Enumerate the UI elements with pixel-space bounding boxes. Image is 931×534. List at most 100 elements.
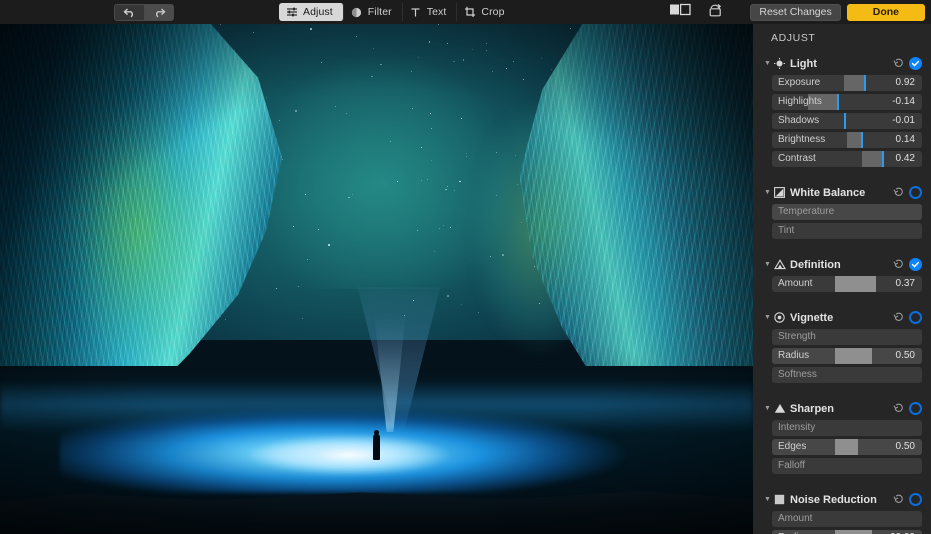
slider-contrast[interactable]: Contrast0.42 — [772, 151, 922, 167]
mode-tab-bar: Adjust Filter Text Crop — [279, 3, 515, 21]
done-button[interactable]: Done — [847, 4, 925, 21]
slider-handle[interactable] — [861, 132, 863, 148]
section-header[interactable]: ▼Sharpen — [762, 399, 922, 418]
section-enable-toggle[interactable] — [909, 402, 922, 415]
tab-adjust[interactable]: Adjust — [279, 3, 344, 21]
slider-edges[interactable]: Edges0.50 — [772, 439, 922, 455]
photo-canvas[interactable] — [0, 24, 753, 534]
section-header[interactable]: ▼ Light — [762, 54, 922, 73]
revert-arrow-icon[interactable] — [892, 312, 905, 323]
slider-shadows[interactable]: Shadows-0.01 — [772, 113, 922, 129]
slider-list: Amount0.37 — [762, 274, 922, 292]
section-header[interactable]: ▼ Definition — [762, 255, 922, 274]
noise-square-icon — [773, 493, 786, 506]
top-toolbar: Adjust Filter Text Crop — [0, 0, 931, 24]
slider-label: Amount — [778, 511, 812, 527]
revert-arrow-icon[interactable] — [892, 403, 905, 414]
undo-button[interactable] — [114, 4, 144, 21]
tab-filter[interactable]: Filter — [344, 3, 403, 21]
slider-label: Radius — [778, 530, 809, 534]
chevron-down-icon[interactable]: ▼ — [762, 405, 773, 412]
revert-arrow-icon[interactable] — [892, 259, 905, 270]
slider-intensity[interactable]: Intensity — [772, 420, 922, 436]
section-header[interactable]: ▼White Balance — [762, 183, 922, 202]
slider-amount[interactable]: Amount0.37 — [772, 276, 922, 292]
section-definition: ▼ Definition Amount0.37 — [753, 255, 931, 292]
tab-adjust-label: Adjust — [303, 6, 333, 18]
slider-temperature[interactable]: Temperature — [772, 204, 922, 220]
slider-handle[interactable] — [882, 151, 884, 167]
tab-text[interactable]: Text — [403, 3, 458, 21]
revert-arrow-icon[interactable] — [892, 58, 905, 69]
slider-radius[interactable]: Radius0.50 — [772, 348, 922, 364]
text-t-icon — [410, 6, 422, 18]
section-enable-toggle[interactable] — [909, 57, 922, 70]
tab-text-label: Text — [427, 6, 447, 18]
view-button-group — [667, 4, 728, 21]
slider-strength[interactable]: Strength — [772, 329, 922, 345]
section-enable-toggle[interactable] — [909, 186, 922, 199]
section-enable-toggle[interactable] — [909, 311, 922, 324]
section-header[interactable]: ▼Vignette — [762, 308, 922, 327]
slider-label: Exposure — [778, 75, 820, 91]
slider-list: Strength Radius0.50 Softness — [762, 327, 922, 383]
split-view-button[interactable] — [667, 4, 693, 21]
slider-falloff[interactable]: Falloff — [772, 458, 922, 474]
slider-label: Strength — [778, 329, 816, 345]
slider-fill — [862, 151, 882, 167]
slider-handle[interactable] — [837, 94, 839, 110]
section-header[interactable]: ▼Noise Reduction — [762, 490, 922, 509]
rotate-button[interactable] — [702, 4, 728, 21]
slider-fill — [835, 276, 876, 292]
sliders-icon — [286, 6, 298, 18]
slider-handle[interactable] — [844, 113, 846, 129]
section-enable-toggle[interactable] — [909, 493, 922, 506]
revert-arrow-icon[interactable] — [892, 187, 905, 198]
slider-highlights[interactable]: Highlights -0.14 — [772, 94, 922, 110]
reset-changes-button[interactable]: Reset Changes — [750, 4, 840, 21]
white-balance-icon — [773, 186, 786, 199]
section-title: Light — [790, 58, 892, 70]
section-title: Definition — [790, 259, 892, 271]
slider-label: Tint — [778, 223, 794, 239]
section-divider — [753, 295, 931, 304]
filter-circle-icon — [351, 6, 363, 18]
slider-handle[interactable] — [864, 75, 866, 91]
chevron-down-icon[interactable]: ▼ — [762, 60, 773, 67]
slider-tint[interactable]: Tint — [772, 223, 922, 239]
redo-button[interactable] — [144, 4, 174, 21]
section-divider — [753, 477, 931, 486]
tab-crop[interactable]: Crop — [457, 3, 514, 21]
chevron-down-icon[interactable]: ▼ — [762, 189, 773, 196]
tab-crop-label: Crop — [481, 6, 504, 18]
revert-arrow-icon[interactable] — [892, 494, 905, 505]
sharpen-triangle-icon — [773, 402, 786, 415]
action-button-group: Reset Changes Done — [750, 4, 925, 21]
tab-filter-label: Filter — [368, 6, 392, 18]
chevron-down-icon[interactable]: ▼ — [762, 496, 773, 503]
slider-value: 0.50 — [896, 348, 915, 364]
slider-softness[interactable]: Softness — [772, 367, 922, 383]
slider-brightness[interactable]: Brightness0.14 — [772, 132, 922, 148]
slider-radius[interactable]: Radius20.00 — [772, 530, 922, 534]
section-enable-toggle[interactable] — [909, 258, 922, 271]
section-sharpen: ▼Sharpen Intensity Edges0.50 Falloff — [753, 399, 931, 474]
chevron-down-icon[interactable]: ▼ — [762, 261, 773, 268]
slider-exposure[interactable]: Exposure 0.92 — [772, 75, 922, 91]
slider-label: Shadows — [778, 113, 819, 129]
slider-value: -0.14 — [892, 94, 915, 110]
slider-fill — [844, 75, 864, 91]
slider-list: Exposure 0.92 Highlights -0.14 Shadows-0.01 B… — [762, 73, 922, 167]
slider-label: Falloff — [778, 458, 805, 474]
slider-value: 0.92 — [896, 75, 915, 91]
slider-label: Edges — [778, 439, 806, 455]
slider-fill — [835, 348, 872, 364]
section-divider — [753, 386, 931, 395]
slider-fill — [835, 530, 872, 534]
slider-label: Highlights — [778, 94, 822, 110]
section-divider — [753, 242, 931, 251]
slider-amount[interactable]: Amount — [772, 511, 922, 527]
slider-list: Amount Radius20.00 — [762, 509, 922, 534]
crop-icon — [464, 6, 476, 18]
chevron-down-icon[interactable]: ▼ — [762, 314, 773, 321]
